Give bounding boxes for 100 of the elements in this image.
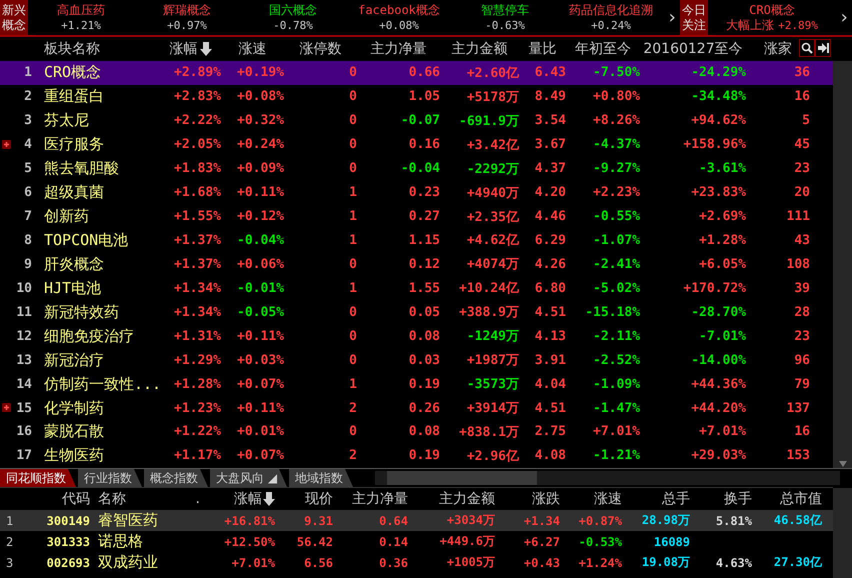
table-row[interactable]: 11 新冠特效药 +1.34% -0.05% 0 0.05 +388.9万 4.51 -15.18% -28.70% 28 bbox=[0, 300, 833, 324]
table-cell-text: +1.34 bbox=[522, 514, 560, 528]
concept-name[interactable]: 高血压药 bbox=[57, 2, 105, 18]
table-cell-text: 4.46 bbox=[534, 209, 566, 224]
table-cell-text: +5178万 bbox=[466, 88, 519, 106]
scrollbar[interactable] bbox=[833, 488, 852, 578]
row-number: 8 bbox=[23, 232, 33, 248]
column-header[interactable]: 年初至今 bbox=[575, 40, 631, 58]
table-cell-text: 111 bbox=[786, 209, 810, 224]
table-row[interactable]: 7 创新药 +1.55% +0.12% 1 0.27 +2.35亿 4.46 -0.55% +2.69% 111 bbox=[0, 204, 833, 228]
sort-arrow-icon bbox=[200, 42, 212, 56]
table-row[interactable]: 8 TOPCON电池 +1.37% -0.04% 1 1.15 +4.62亿 6.29 -1.07% +1.28% 43 bbox=[0, 228, 833, 252]
column-header[interactable]: 涨跌 bbox=[495, 490, 560, 508]
column-header[interactable]: 涨速 bbox=[560, 490, 622, 508]
change-value: -0.63% bbox=[485, 18, 525, 32]
search-button[interactable] bbox=[799, 39, 815, 57]
column-header[interactable]: . bbox=[175, 491, 200, 507]
table-cell-text: +2.05% bbox=[173, 137, 221, 152]
table-cell-text: +2.35亿 bbox=[466, 208, 519, 226]
concept-name[interactable]: 智慧停车 bbox=[481, 2, 529, 18]
table-cell-text: -7.50% bbox=[592, 65, 640, 80]
table-row[interactable]: 2 重组蛋白 +2.83% +0.08% 0 1.05 +5178万 8.49 +0.80% -34.48% 16 bbox=[0, 84, 833, 109]
table-row[interactable]: 16 蒙脱石散 +1.22% +0.01% 0 0.08 +838.1万 2.75 +7.01% +7.01% 16 bbox=[0, 420, 833, 444]
column-header[interactable]: 主力净量 bbox=[333, 490, 408, 508]
table-row[interactable]: 5 熊去氧胆酸 +1.83% +0.09% 0 -0.04 -2292万 4.37 -9.27% -3.61% 23 bbox=[0, 156, 833, 181]
table-cell-text: 2.75 bbox=[534, 424, 566, 440]
column-header[interactable]: 主力金额 bbox=[452, 40, 508, 58]
scrollbar[interactable] bbox=[833, 61, 852, 468]
horizontal-scrollbar[interactable] bbox=[375, 471, 840, 485]
column-header[interactable]: 涨停数 bbox=[300, 40, 342, 58]
change-value: +0.08% bbox=[379, 18, 419, 32]
index-tab[interactable]: 同花顺指数 bbox=[0, 469, 76, 487]
concept-name[interactable]: 国六概念 bbox=[269, 2, 317, 18]
concept-name[interactable]: facebook概念 bbox=[358, 2, 440, 18]
table-cell-text: +0.19% bbox=[236, 65, 284, 80]
column-header[interactable]: 现价 bbox=[275, 490, 333, 508]
concept-name[interactable]: 药品信息化追溯 bbox=[569, 2, 653, 18]
table-cell-text: 0 bbox=[348, 304, 357, 320]
column-header[interactable]: 涨家 bbox=[764, 40, 792, 58]
next-button[interactable]: › bbox=[664, 0, 680, 35]
next-button[interactable]: › bbox=[836, 0, 852, 35]
column-header[interactable]: 量比 bbox=[528, 40, 556, 58]
index-tab[interactable]: 大盘风向 ◢ bbox=[210, 469, 288, 487]
table-row[interactable]: 3 芬太尼 +2.22% +0.32% 0 -0.07 -691.9万 3.54 +8.26% +94.62% 5 bbox=[0, 108, 833, 133]
table-row[interactable]: 6 超级真菌 +1.68% +0.11% 1 0.23 +4940万 4.20 +2.23% +23.83% 20 bbox=[0, 180, 833, 205]
table-cell-text: +0.01% bbox=[236, 424, 284, 440]
concept-name[interactable]: CRO概念 bbox=[749, 2, 795, 18]
table-cell-text: +1.28% bbox=[173, 376, 221, 392]
column-header[interactable]: 板块名称 bbox=[44, 40, 100, 58]
table-cell-text: 36 bbox=[793, 65, 810, 80]
table-row[interactable]: 1 300149 睿智医药 +16.81% 9.31 0.64 +3034万 +1.34 +0.87% 28.98万 5.81% 46.58亿 bbox=[0, 510, 833, 531]
expand-icon[interactable] bbox=[2, 140, 11, 149]
column-header[interactable]: 涨速 bbox=[238, 40, 266, 58]
table-cell-text: 56.42 bbox=[296, 534, 333, 548]
table-cell-text: 1 bbox=[348, 232, 357, 248]
table-cell-text: +0.11% bbox=[236, 400, 284, 416]
column-header[interactable]: 代码 bbox=[24, 490, 90, 508]
table-row[interactable]: 13 新冠治疗 +1.29% +0.03% 0 0.03 +1987万 3.91 -2.52% -14.00% 96 bbox=[0, 348, 833, 372]
table-row[interactable]: 17 生物医药 +1.17% +0.07% 2 0.19 +2.96亿 4.08 -1.21% +29.03% 153 bbox=[0, 444, 833, 468]
column-header[interactable]: 20160127至今 bbox=[643, 40, 743, 58]
column-header[interactable]: 涨幅 bbox=[200, 490, 275, 508]
row-number: 17 bbox=[15, 448, 33, 464]
table-row[interactable]: 15 化学制药 +1.23% +0.11% 2 0.26 +3914万 4.51 -1.47% +44.20% 137 bbox=[0, 396, 833, 420]
index-tab[interactable]: 地域指数 bbox=[289, 469, 354, 487]
table-cell-text: +0.07% bbox=[236, 448, 284, 464]
table-cell-text: 96 bbox=[793, 352, 810, 368]
column-header[interactable]: 涨幅 bbox=[170, 40, 212, 58]
table-cell-text: 0.16 bbox=[408, 137, 440, 152]
table-row[interactable]: 2 301333 诺思格 +12.50% 56.42 0.14 +449.6万 +6.27 -0.53% 16089 bbox=[0, 531, 833, 552]
sort-arrow-icon bbox=[263, 492, 275, 506]
index-tab[interactable]: 概念指数 bbox=[144, 469, 208, 487]
concept-name[interactable]: 辉瑞概念 bbox=[163, 2, 211, 18]
table-cell-text: -3573万 bbox=[466, 376, 519, 394]
table-row[interactable]: 9 肝炎概念 +1.37% +0.06% 0 0.12 +4074万 4.26 -2.41% +6.05% 108 bbox=[0, 252, 833, 276]
row-number: 1 bbox=[5, 514, 14, 528]
index-tab[interactable]: 行业指数 bbox=[78, 469, 142, 487]
table-cell-text: 1.15 bbox=[408, 232, 440, 248]
table-row[interactable]: 1 CRO概念 +2.89% +0.19% 0 0.66 +2.60亿 6.43 -7.50% -24.29% 36 bbox=[0, 60, 833, 85]
table-row[interactable]: 3 002693 双成药业 +7.01% 6.56 0.36 +1005万 +0.43 +1.24% 19.08万 4.63% 27.30亿 bbox=[0, 552, 833, 573]
table-cell-text: +2.69% bbox=[698, 209, 746, 224]
table-cell-text: 137 bbox=[786, 400, 810, 416]
table-cell-text: +1987万 bbox=[466, 352, 519, 370]
table-cell-text: 0.27 bbox=[408, 209, 440, 224]
table-row[interactable]: 4 医疗服务 +2.05% +0.24% 0 0.16 +3.42亿 3.67 -4.37% +158.96% 45 bbox=[0, 132, 833, 157]
table-cell-text: 19.08万 bbox=[640, 554, 690, 571]
column-header[interactable]: 总市值 bbox=[752, 490, 822, 508]
row-number: 12 bbox=[15, 328, 33, 344]
table-cell-text: 28.98万 bbox=[640, 512, 690, 529]
column-header[interactable]: 换手 bbox=[690, 490, 752, 508]
table-row[interactable]: 14 仿制药一致性... +1.28% +0.07% 1 0.19 -3573万 4.04 -1.09% +44.36% 79 bbox=[0, 372, 833, 396]
table-cell-text: +0.09% bbox=[236, 161, 284, 176]
table-cell-text: -0.01% bbox=[236, 280, 284, 296]
column-header[interactable]: 总手 bbox=[622, 490, 690, 508]
column-header[interactable]: 名称 bbox=[90, 490, 175, 508]
collapse-button[interactable] bbox=[815, 39, 831, 57]
column-header[interactable]: 主力金额 bbox=[408, 490, 495, 508]
column-header[interactable]: 主力净量 bbox=[370, 40, 426, 58]
table-row[interactable]: 12 细胞免疫治疗 +1.31% +0.11% 0 0.08 -1249万 4.13 -2.11% -7.01% 23 bbox=[0, 324, 833, 348]
table-row[interactable]: 10 HJT电池 +1.34% -0.01% 1 1.55 +10.24亿 6.80 -5.02% +170.72% 39 bbox=[0, 276, 833, 300]
expand-icon[interactable] bbox=[2, 403, 11, 412]
